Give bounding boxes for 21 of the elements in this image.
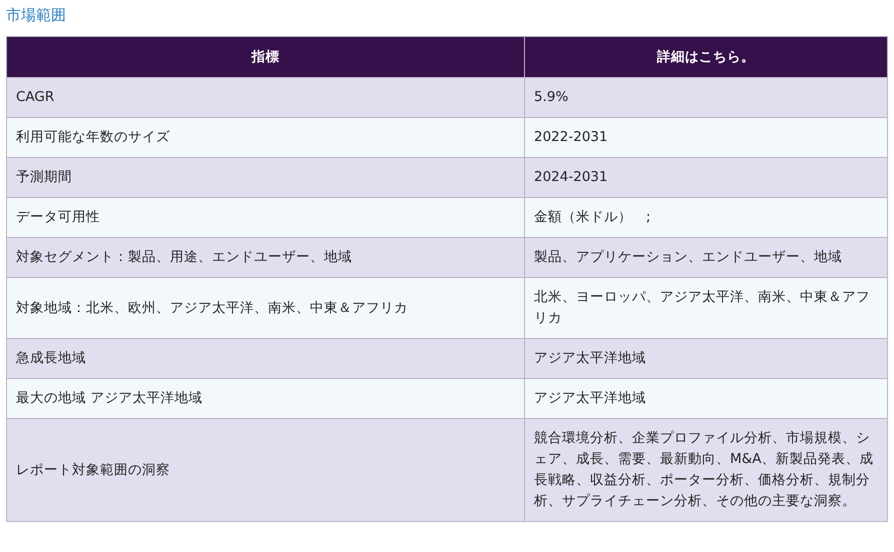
table-cell: データ可用性 (6, 198, 524, 238)
table-cell: 北米、ヨーロッパ、アジア太平洋、南米、中東＆アフリカ (524, 278, 888, 338)
table-cell: アジア太平洋地域 (524, 338, 888, 378)
table-cell: 競合環境分析、企業プロファイル分析、市場規模、シェア、成長、需要、最新動向、M&A、新製品発表、成長戦略、収益分析、ポーター分析、価格分析、規制分析、サプライチェーン分析、その他の主要な洞察。 (524, 418, 888, 522)
table-cell: 最大の地域 アジア太平洋地域 (6, 378, 524, 418)
section-title: 市場範囲 (6, 5, 67, 26)
table-cell: レポート対象範囲の洞察 (6, 418, 524, 522)
table-cell: 2024-2031 (524, 158, 888, 198)
table-cell: 5.9% (524, 78, 888, 118)
column-header: 指標 (6, 36, 524, 78)
table-cell: 対象地域：北米、欧州、アジア太平洋、南米、中東＆アフリカ (6, 278, 524, 338)
table-cell: 利用可能な年数のサイズ (6, 118, 524, 158)
table-cell: 金額（米ドル） ; (524, 198, 888, 238)
table-cell: 製品、アプリケーション、エンドユーザー、地域 (524, 238, 888, 278)
table-cell: 2022-2031 (524, 118, 888, 158)
table-cell: 対象セグメント：製品、用途、エンドユーザー、地域 (6, 238, 524, 278)
column-header: 詳細はこちら。 (524, 36, 888, 78)
table-cell: 予測期間 (6, 158, 524, 198)
table-cell: アジア太平洋地域 (524, 378, 888, 418)
table-cell: CAGR (6, 78, 524, 118)
table-cell: 急成長地域 (6, 338, 524, 378)
